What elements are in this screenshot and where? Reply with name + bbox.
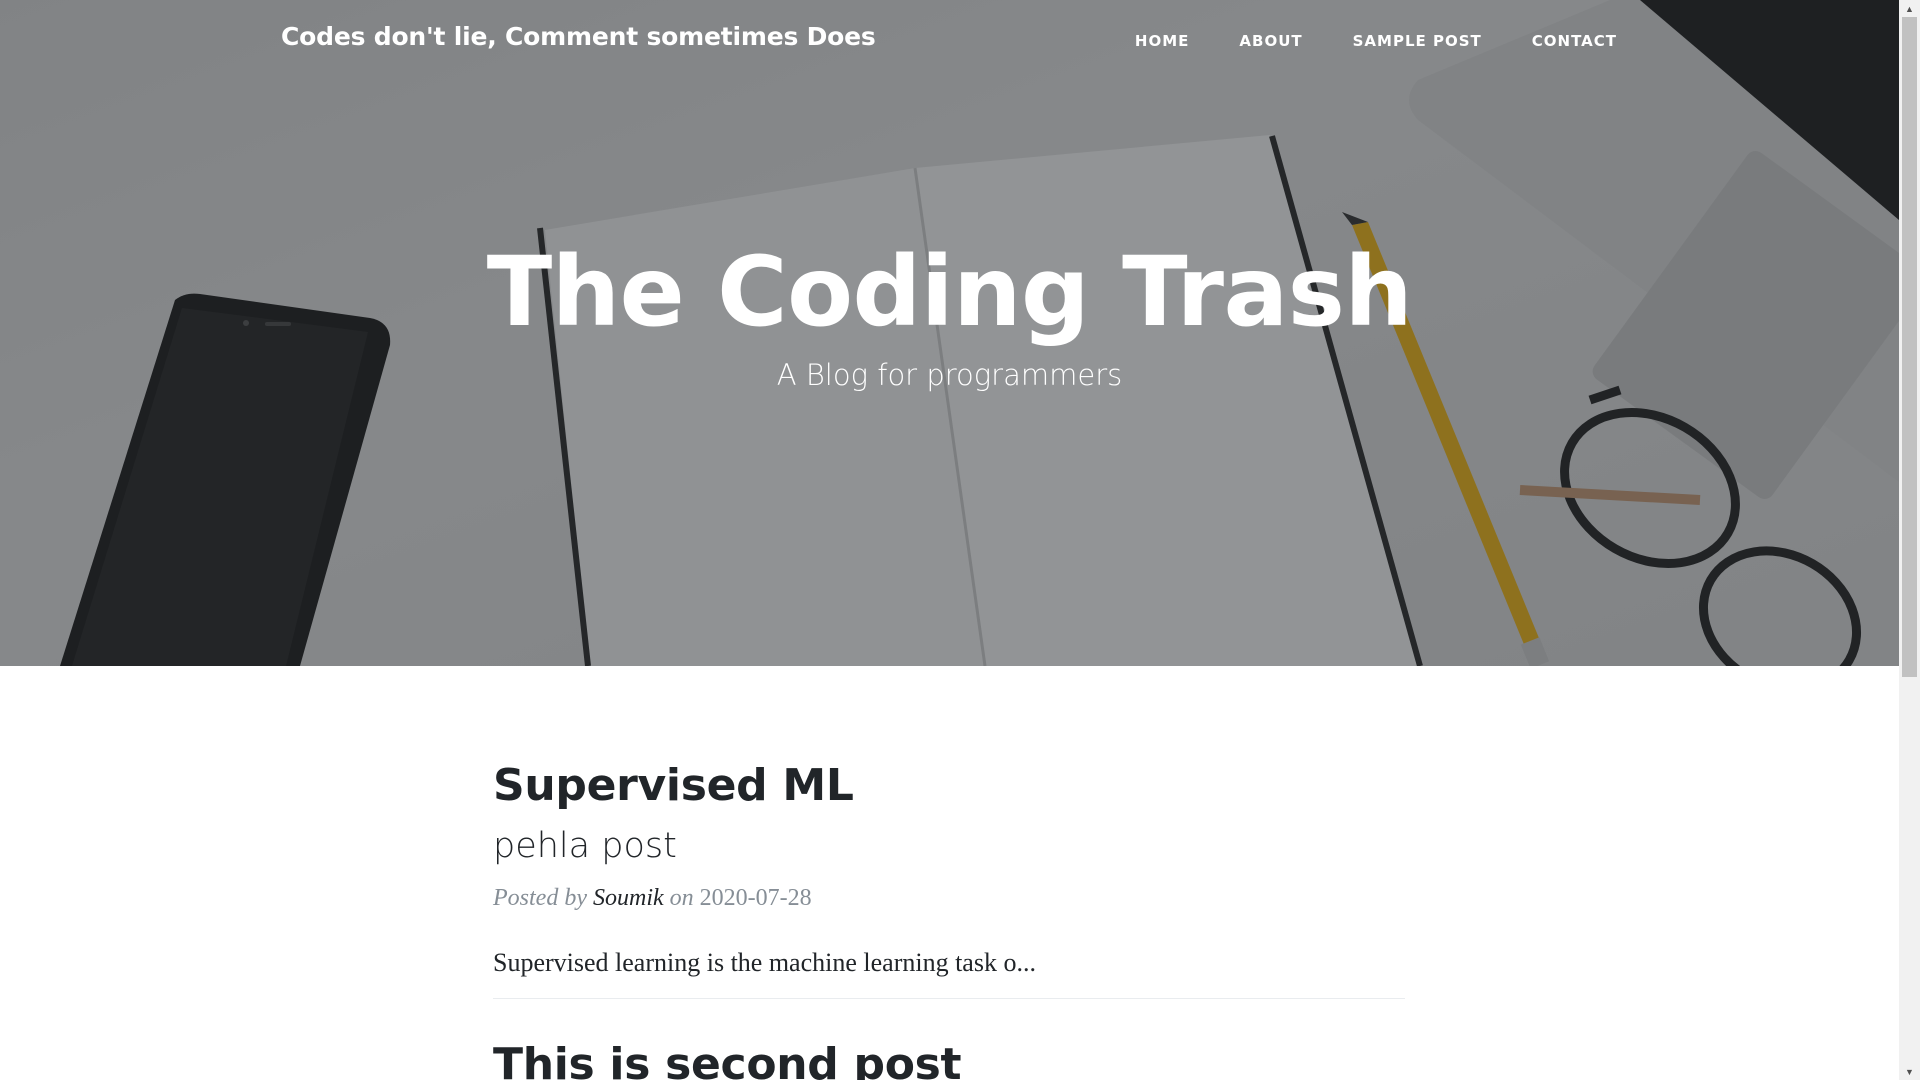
hero-header: Codes don't lie, Comment sometimes Does …: [0, 0, 1899, 666]
nav-link-home[interactable]: HOME: [1135, 32, 1189, 50]
nav-link-contact[interactable]: CONTACT: [1532, 32, 1617, 50]
post-subtitle[interactable]: pehla post: [493, 825, 1405, 867]
brand-link[interactable]: Codes don't lie, Comment sometimes Does: [281, 22, 876, 51]
scrollbar-thumb[interactable]: [1902, 17, 1917, 677]
post-title[interactable]: Supervised ML: [493, 760, 1405, 813]
post-link[interactable]: This is second post: [493, 1039, 1405, 1080]
navbar: Codes don't lie, Comment sometimes Does …: [0, 0, 1899, 84]
post-list: Supervised ML pehla post Posted by Soumi…: [493, 760, 1405, 1080]
scroll-down-arrow-icon[interactable]: ▼: [1899, 1063, 1920, 1080]
scroll-up-arrow-icon[interactable]: ▲: [1899, 0, 1920, 17]
post-title[interactable]: This is second post: [493, 1039, 1405, 1080]
post-link[interactable]: Supervised ML pehla post: [493, 760, 1405, 867]
post-excerpt: Supervised learning is the machine learn…: [493, 947, 1036, 977]
post-preview: Supervised ML pehla post Posted by Soumi…: [493, 760, 1405, 978]
post-divider: [493, 997, 1405, 999]
post-author-link[interactable]: Soumik: [593, 885, 664, 911]
site-title: The Coding Trash: [486, 236, 1413, 348]
post-meta: Posted by Soumik on 2020-07-28: [493, 885, 1405, 912]
post-date: 2020-07-28: [699, 884, 812, 911]
nav-link-about[interactable]: ABOUT: [1239, 32, 1302, 50]
post-meta-prefix: Posted by: [493, 884, 587, 911]
site-subtitle: A Blog for programmers: [776, 357, 1123, 392]
nav-links: HOME ABOUT SAMPLE POST CONTACT: [1135, 32, 1617, 50]
site-heading: The Coding Trash A Blog for programmers: [0, 236, 1899, 392]
vertical-scrollbar[interactable]: ▲ ▼: [1899, 0, 1920, 1080]
post-preview: This is second post: [493, 1039, 1405, 1080]
nav-link-sample-post[interactable]: SAMPLE POST: [1353, 32, 1482, 50]
post-meta-on: on: [669, 884, 694, 911]
